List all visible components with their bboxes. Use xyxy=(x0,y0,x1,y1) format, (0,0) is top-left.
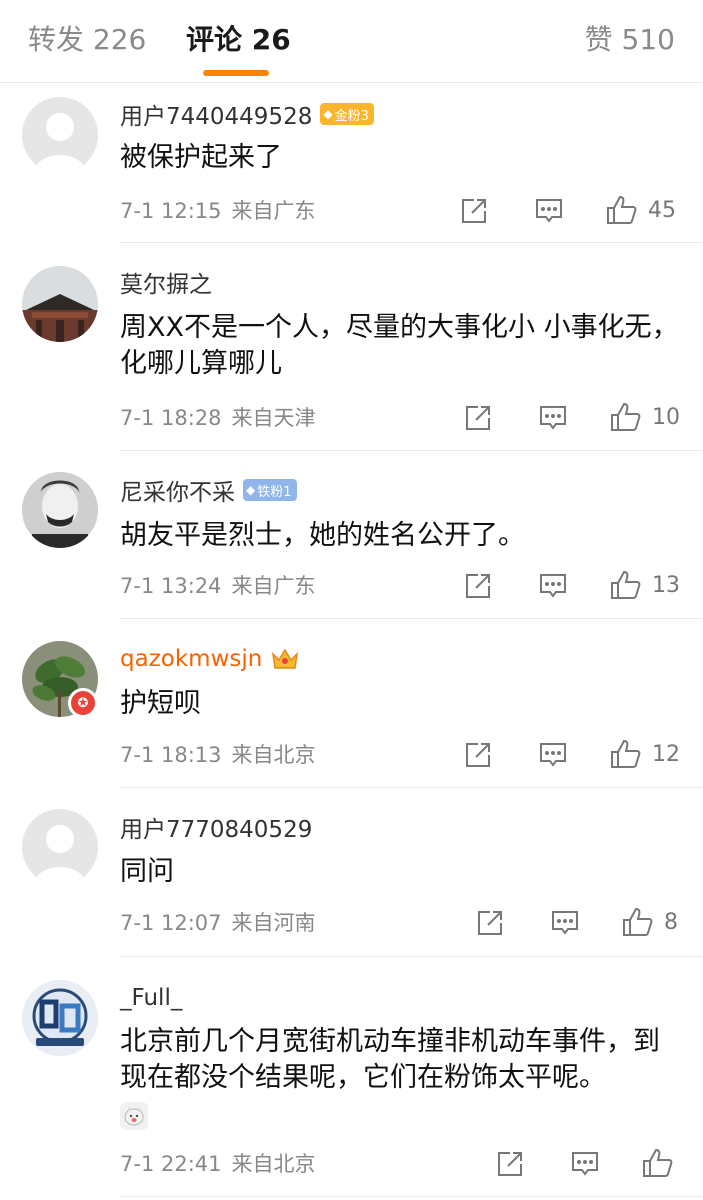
reply-icon[interactable] xyxy=(538,741,568,769)
fan-badge-label: 铁粉1 xyxy=(257,484,292,500)
tab-forward[interactable]: 转发 226 xyxy=(28,22,146,58)
comment-text: 北京前几个月宽街机动车撞非机动车事件，到现在都没个结果呢，它们在粉饰太平呢。 xyxy=(120,1026,660,1093)
like-count: 8 xyxy=(664,909,678,935)
comment-date: 7-1 18:28 xyxy=(120,406,222,430)
share-icon[interactable] xyxy=(496,1150,524,1178)
active-tab-indicator xyxy=(203,70,269,76)
tab-likes[interactable]: 赞 510 xyxy=(585,22,675,58)
reply-icon[interactable] xyxy=(534,197,564,225)
share-icon[interactable] xyxy=(464,741,492,769)
thumbs-up-icon xyxy=(607,195,637,224)
emoji-sticker-icon xyxy=(120,1102,148,1130)
share-icon[interactable] xyxy=(464,572,492,600)
portrait-photo[interactable] xyxy=(22,472,98,548)
like-button[interactable] xyxy=(642,1148,684,1178)
thumbs-up-icon xyxy=(643,1148,673,1177)
comment-meta: 7-1 12:15 来自广东 xyxy=(120,197,316,225)
thumbs-up-icon xyxy=(611,570,641,599)
comment-username[interactable]: qazokmwsjn xyxy=(120,646,262,672)
comment-username[interactable]: 尼采你不采 xyxy=(120,473,235,507)
comment-location: 来自广东 xyxy=(231,574,316,598)
thumbs-up-icon xyxy=(611,402,641,431)
default-avatar-icon[interactable] xyxy=(22,97,98,173)
comment-text: 护短呗 xyxy=(120,688,201,719)
comment-meta: 7-1 18:28 来自天津 xyxy=(120,404,316,432)
comment-location: 来自天津 xyxy=(231,406,316,430)
like-button[interactable]: 12 xyxy=(610,739,680,769)
comment-text: 同问 xyxy=(120,856,174,887)
divider xyxy=(120,242,703,243)
comment-username[interactable]: _Full_ xyxy=(120,985,182,1011)
tab-comments[interactable]: 评论 26 xyxy=(186,22,291,58)
fan-badge: ◆ 金粉3 xyxy=(320,103,374,125)
share-icon[interactable] xyxy=(460,197,488,225)
thumbs-up-icon xyxy=(623,907,653,936)
divider xyxy=(120,618,703,619)
divider xyxy=(120,787,703,788)
emblem-logo[interactable] xyxy=(22,980,98,1056)
comment-username[interactable]: 用户7440449528 xyxy=(120,97,312,131)
reply-icon[interactable] xyxy=(570,1150,600,1178)
comment-text: 胡友平是烈士，她的姓名公开了。 xyxy=(120,520,525,551)
building-photo[interactable] xyxy=(22,266,98,342)
comment-text: 周XX不是一个人，尽量的大事化小 小事化无，化哪儿算哪儿 xyxy=(120,312,679,379)
reply-icon[interactable] xyxy=(538,572,568,600)
comment-tabs: 转发 226 评论 26 赞 510 xyxy=(0,0,703,83)
crown-icon xyxy=(272,648,299,669)
like-count: 10 xyxy=(652,404,680,430)
like-button[interactable]: 13 xyxy=(610,570,680,600)
comment-username[interactable]: 莫尔摒之 xyxy=(120,265,212,299)
like-count: 13 xyxy=(652,572,680,598)
comment-location: 来自北京 xyxy=(231,743,316,767)
thumbs-up-icon xyxy=(611,739,641,768)
diamond-icon: ◆ xyxy=(246,483,256,497)
divider xyxy=(120,1196,703,1197)
like-button[interactable]: 10 xyxy=(610,402,680,432)
fan-badge: ◆ 铁粉1 xyxy=(243,479,297,501)
reply-icon[interactable] xyxy=(538,404,568,432)
comment-date: 7-1 12:15 xyxy=(120,199,222,223)
comment-text: 被保护起来了 xyxy=(120,142,282,173)
like-button[interactable]: 8 xyxy=(622,907,678,937)
comment-location: 来自广东 xyxy=(231,199,316,223)
verified-icon: ✪ xyxy=(68,688,98,718)
comment-date: 7-1 13:24 xyxy=(120,574,222,598)
divider xyxy=(120,956,703,957)
comment-location: 来自河南 xyxy=(231,911,316,935)
comment-date: 7-1 22:41 xyxy=(120,1152,222,1176)
like-button[interactable]: 45 xyxy=(606,195,676,225)
fan-badge-label: 金粉3 xyxy=(334,108,369,124)
default-avatar-icon[interactable] xyxy=(22,809,98,885)
comment-date: 7-1 12:07 xyxy=(120,911,222,935)
share-icon[interactable] xyxy=(464,404,492,432)
comment-meta: 7-1 18:13 来自北京 xyxy=(120,741,316,769)
comment-meta: 7-1 13:24 来自广东 xyxy=(120,572,316,600)
like-count: 45 xyxy=(648,197,676,223)
comment-username[interactable]: 用户7770840529 xyxy=(120,810,312,844)
diamond-icon: ◆ xyxy=(323,107,333,121)
comment-meta: 7-1 12:07 来自河南 xyxy=(120,909,316,937)
share-icon[interactable] xyxy=(476,909,504,937)
comment-date: 7-1 18:13 xyxy=(120,743,222,767)
reply-icon[interactable] xyxy=(550,909,580,937)
divider xyxy=(120,450,703,451)
comment-location: 来自北京 xyxy=(231,1152,316,1176)
comment-meta: 7-1 22:41 来自北京 xyxy=(120,1150,316,1178)
like-count: 12 xyxy=(652,741,680,767)
